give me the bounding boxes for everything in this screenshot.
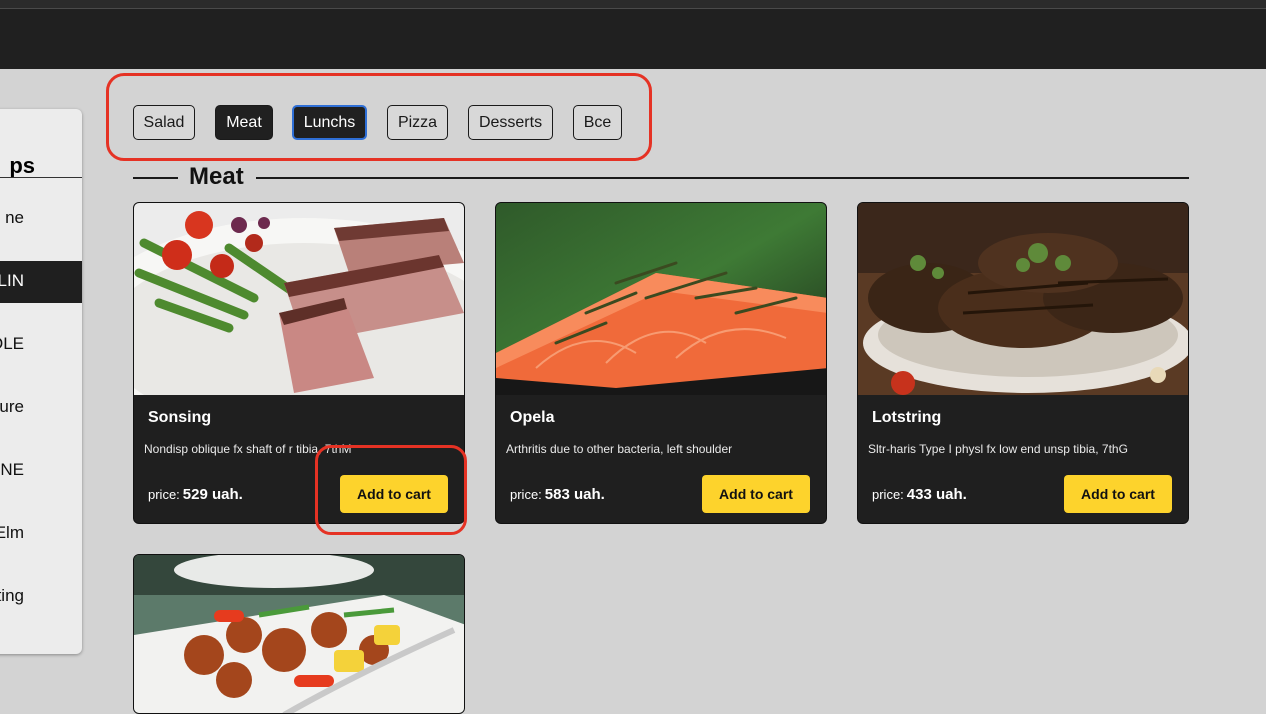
price-label: price: (872, 487, 904, 502)
section-rule-left (133, 177, 178, 179)
sidebar-item[interactable]: AZOLE (0, 324, 82, 366)
price-label: price: (510, 487, 542, 502)
sidebar-item[interactable]: Elm (0, 513, 82, 555)
product-name: Opela (510, 409, 555, 426)
section-title: Meat (189, 163, 244, 190)
product-name: Sonsing (148, 409, 212, 426)
sidebar-item[interactable]: ture (0, 387, 82, 429)
sidebar-item[interactable]: ONE (0, 450, 82, 492)
sidebar-divider (0, 177, 82, 178)
price-value: 583 uah. (544, 486, 605, 503)
sidebar-item[interactable]: ne (0, 198, 82, 240)
annotation-highlight-add-to-cart (315, 445, 467, 535)
product-price: price: 433 uah. (872, 486, 967, 503)
product-name: Lotstring (872, 409, 942, 426)
product-card: Lotstring Sltr-haris Type I physl fx low… (857, 202, 1189, 524)
sidebar-item-active[interactable]: LLIN (0, 261, 82, 303)
price-value: 433 uah. (906, 486, 967, 503)
add-to-cart-button[interactable]: Add to cart (702, 475, 810, 513)
product-image-grilled-meat (858, 203, 1188, 395)
sidebar-item[interactable]: drating (0, 576, 82, 618)
window-top-bar (0, 0, 1266, 9)
product-card (133, 554, 465, 714)
product-image-steak (134, 203, 464, 395)
price-label: price: (148, 487, 180, 502)
site-header (0, 9, 1266, 69)
product-image-sweet-sour (134, 555, 464, 713)
product-price: price: 529 uah. (148, 486, 243, 503)
product-image-salmon (496, 203, 826, 395)
product-description: Arthritis due to other bacteria, left sh… (506, 442, 733, 456)
product-description: Sltr-haris Type I physl fx low end unsp … (868, 442, 1128, 456)
section-rule-right (256, 177, 1189, 179)
annotation-highlight-filters (106, 73, 652, 161)
add-to-cart-button[interactable]: Add to cart (1064, 475, 1172, 513)
price-value: 529 uah. (182, 486, 243, 503)
product-price: price: 583 uah. (510, 486, 605, 503)
sidebar: ps ne LLIN AZOLE ture ONE Elm drating (0, 109, 82, 654)
product-card: Opela Arthritis due to other bacteria, l… (495, 202, 827, 524)
